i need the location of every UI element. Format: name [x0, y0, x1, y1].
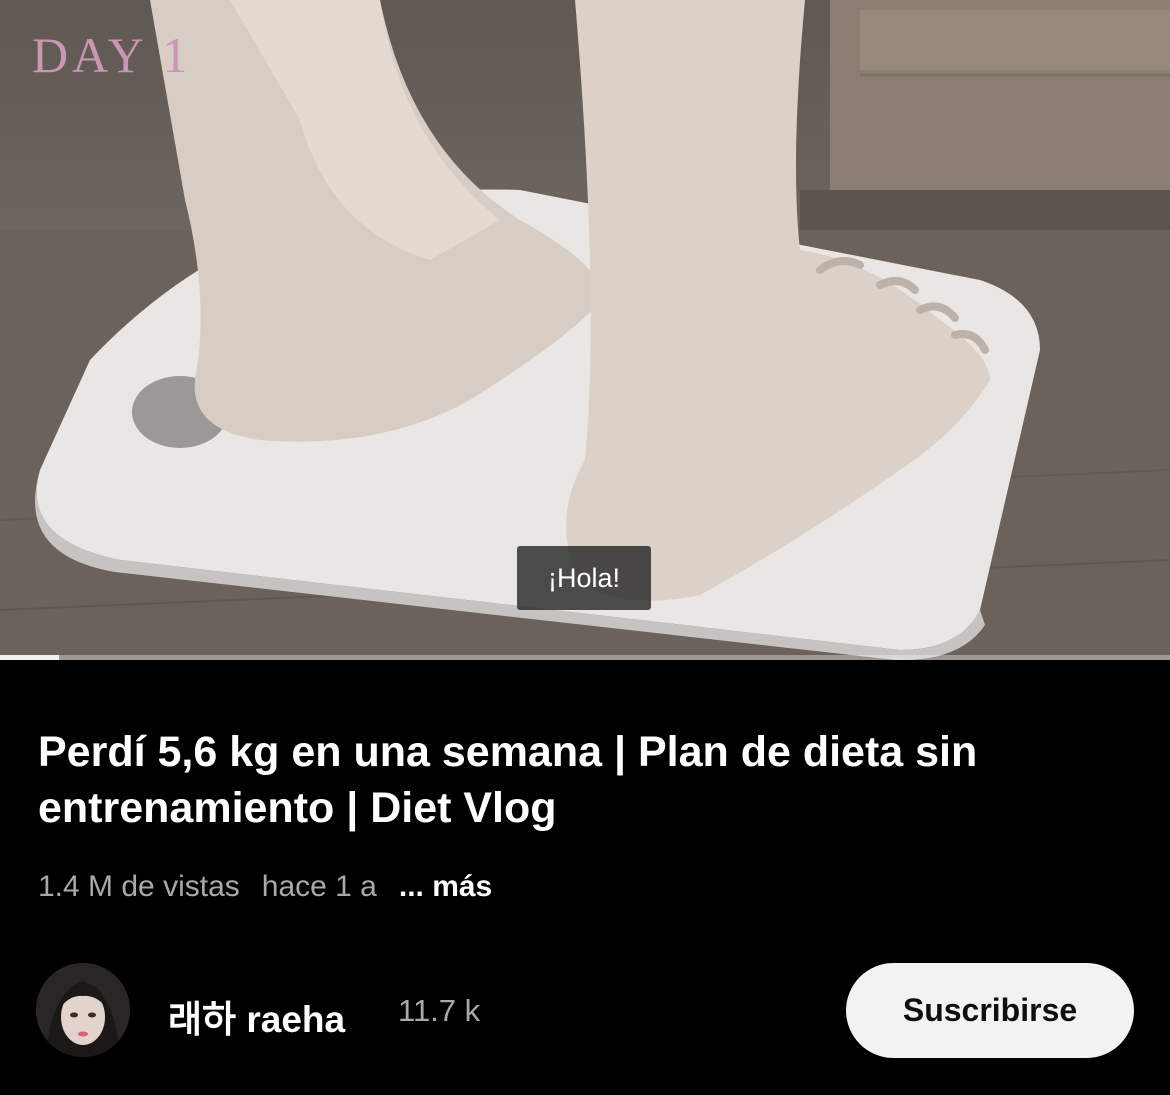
- channel-row: 래하 raeha 11.7 k Suscribirse: [36, 963, 1136, 1059]
- subscribe-button[interactable]: Suscribirse: [846, 963, 1134, 1058]
- channel-avatar[interactable]: [36, 963, 130, 1057]
- view-count: 1.4 M de vistas: [38, 870, 240, 903]
- video-overlay-day: DAY 1: [32, 27, 192, 83]
- video-title: Perdí 5,6 kg en una semana | Plan de die…: [38, 728, 978, 832]
- description-more-link[interactable]: ... más: [399, 870, 492, 904]
- channel-name[interactable]: 래하 raeha: [168, 989, 345, 1043]
- video-player[interactable]: DAY 1 ¡Hola!: [0, 0, 1170, 660]
- avatar-image: [36, 963, 130, 1057]
- video-progress-bar[interactable]: [0, 655, 1170, 660]
- video-progress-fill: [0, 655, 59, 660]
- subtitle-caption: ¡Hola!: [517, 546, 651, 610]
- video-meta: 1.4 M de vistas hace 1 a ... más: [38, 870, 492, 904]
- subscriber-count: 11.7 k: [398, 993, 481, 1028]
- upload-age: hace 1 a: [261, 870, 377, 903]
